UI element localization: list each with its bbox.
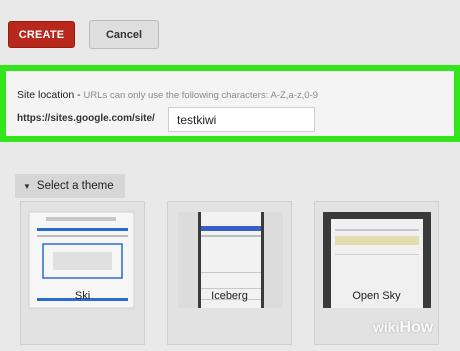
create-button[interactable]: CREATE (8, 21, 75, 48)
theme-card-ski[interactable] (20, 201, 145, 345)
theme-name-ski: Ski (74, 290, 91, 302)
theme-name-iceberg: Iceberg (211, 290, 248, 302)
ski-thumbnail (28, 211, 135, 309)
wikihow-watermark: wikiHow (373, 319, 434, 336)
theme-card-iceberg[interactable] (167, 201, 292, 345)
select-theme-toggle[interactable]: ▼ Select a theme (15, 174, 125, 198)
select-theme-label: Select a theme (36, 180, 114, 192)
cancel-button[interactable]: Cancel (89, 20, 159, 49)
site-name-input[interactable] (168, 107, 315, 132)
site-location-title: Site location - (17, 89, 81, 101)
site-location-label: Site location - URLs can only use the fo… (17, 89, 318, 101)
url-prefix: https://sites.google.com/site/ (17, 113, 155, 124)
site-location-hint: URLs can only use the following characte… (83, 90, 318, 101)
caret-down-icon: ▼ (23, 181, 31, 191)
iceberg-thumbnail (178, 212, 283, 308)
site-location-panel: Site location - URLs can only use the fo… (0, 65, 460, 142)
theme-name-open-sky: Open Sky (352, 290, 401, 302)
